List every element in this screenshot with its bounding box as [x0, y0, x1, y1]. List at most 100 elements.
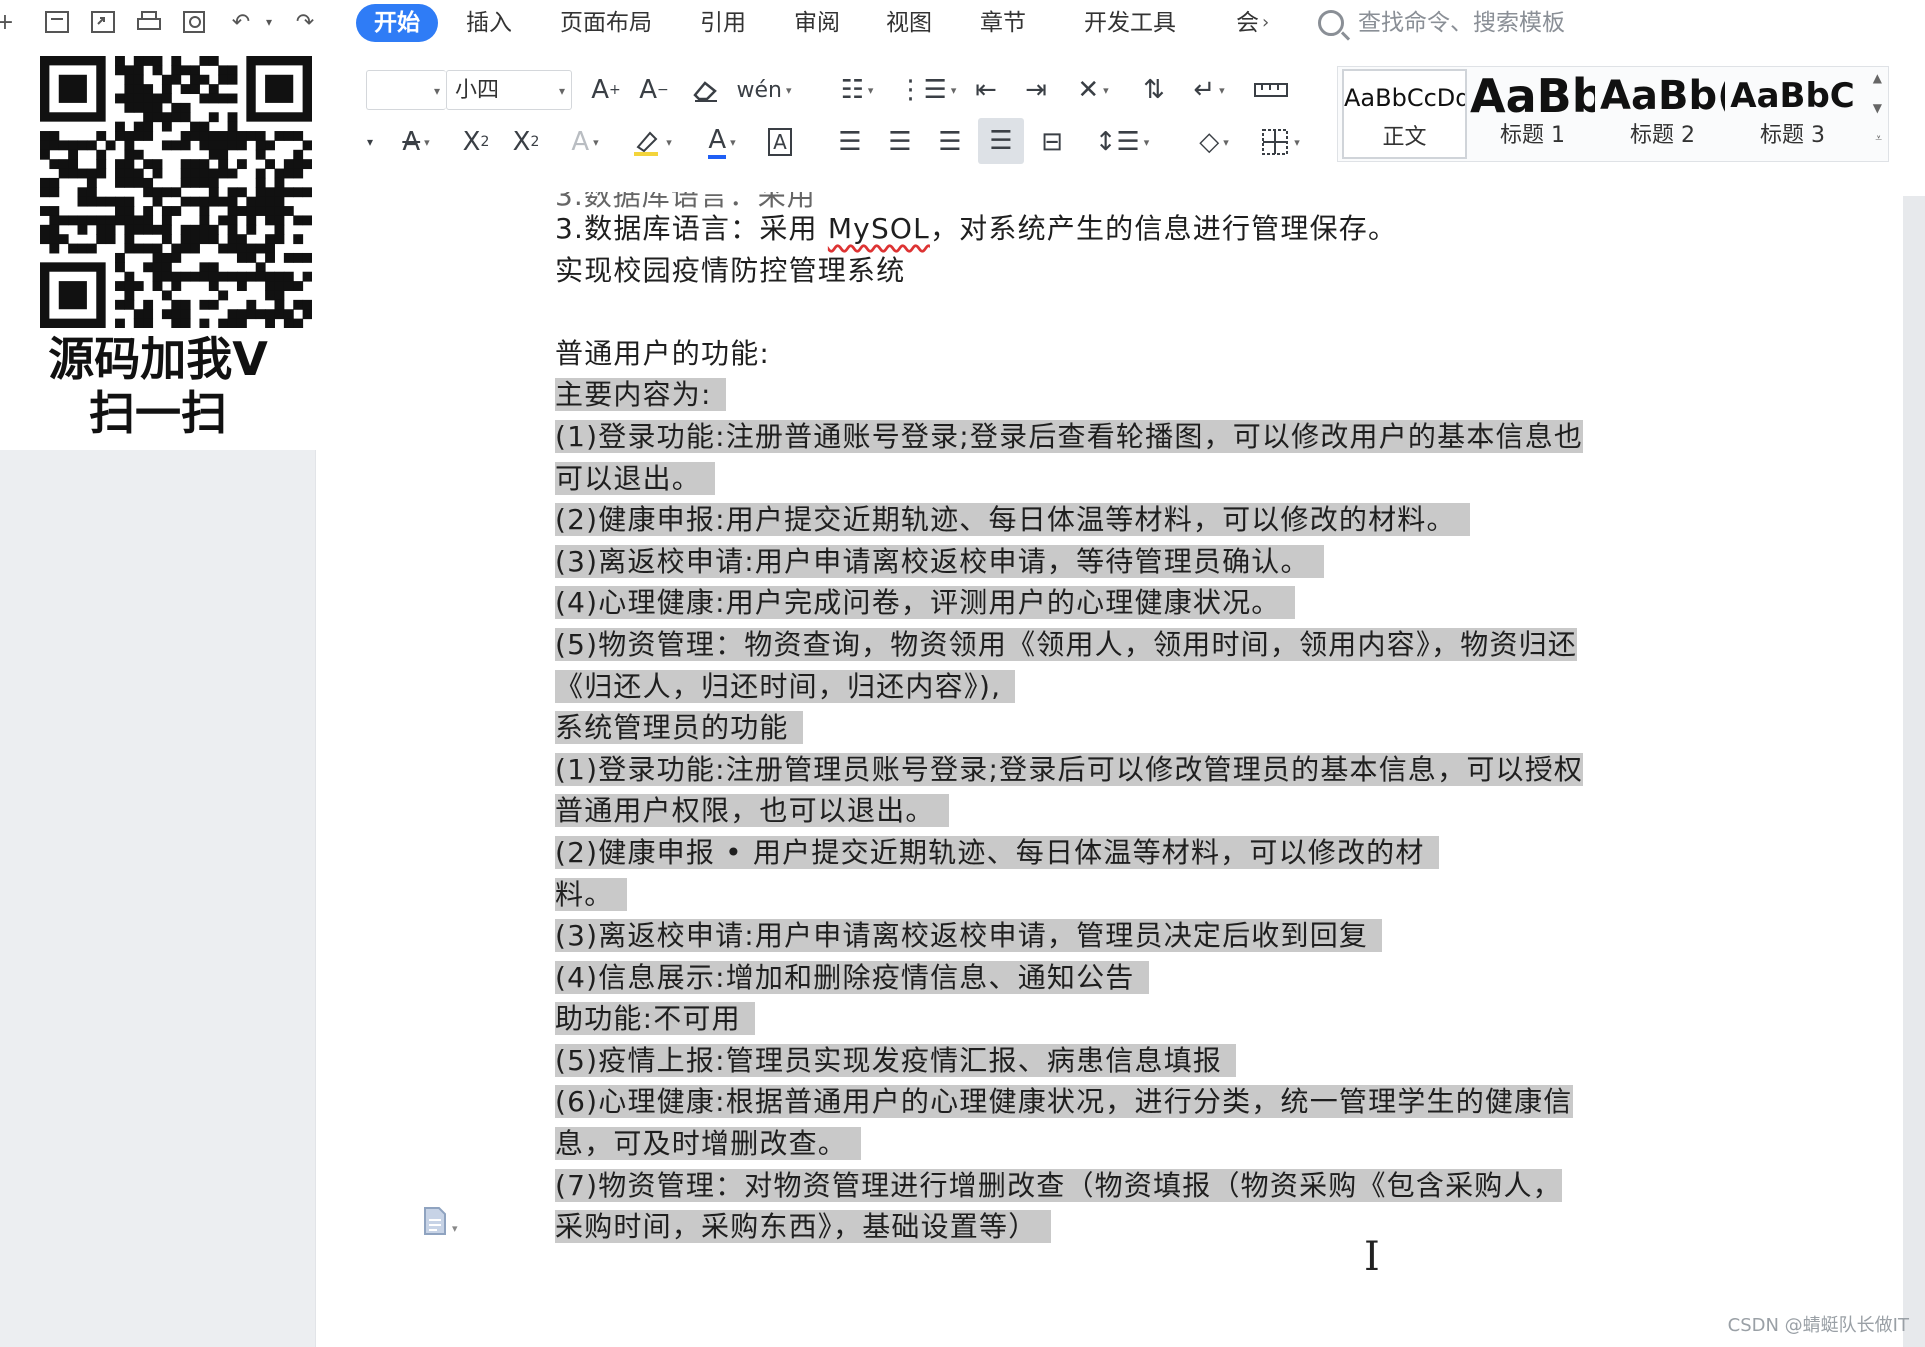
- doc-line-selected: (4)心理健康:用户完成问卷，评测用户的心理健康状况。: [555, 582, 1665, 624]
- qr-caption: 源码加我V 扫一扫: [0, 332, 316, 440]
- qr-code: [40, 56, 312, 328]
- chevron-right-icon[interactable]: ›: [1262, 12, 1269, 33]
- doc-line-selected: (6)心理健康:根据普通用户的心理健康状况，进行分类，统一管理学生的健康信: [555, 1085, 1573, 1119]
- borders-icon[interactable]: ▾: [1252, 122, 1308, 162]
- watermark: CSDN @蜻蜓队长做IT: [1727, 1315, 1909, 1336]
- text-cursor-icon: I: [1364, 1234, 1380, 1280]
- search-box[interactable]: 查找命令、搜索模板: [1318, 4, 1565, 42]
- gallery-scroll-up-icon[interactable]: ▲: [1873, 71, 1882, 85]
- strikethrough-button[interactable]: A ▾: [388, 122, 444, 162]
- style-gallery: AaBbCcDd 正文 AaBb 标题 1 AaBb( 标题 2 AaBbC 标…: [1337, 66, 1889, 162]
- save-icon[interactable]: [40, 7, 74, 37]
- sort-icon[interactable]: ⇅: [1134, 70, 1174, 110]
- grow-font-button[interactable]: A +: [586, 70, 626, 110]
- style-heading-1-name: 标题 1: [1500, 123, 1565, 148]
- align-right-icon[interactable]: ☰: [930, 122, 970, 162]
- tab-references[interactable]: 引用: [692, 4, 754, 42]
- style-heading-3[interactable]: AaBbC 标题 3: [1730, 69, 1855, 159]
- doc-line-selected: 可以退出。: [555, 458, 1665, 500]
- justify-icon[interactable]: ☰: [978, 118, 1024, 164]
- numbered-list-icon[interactable]: ⋮☰ ▾: [898, 70, 957, 110]
- paragraph-layout-icon[interactable]: ▾: [422, 1206, 458, 1243]
- doc-line-selected: 普通用户权限，也可以退出。: [555, 790, 1665, 832]
- add-icon[interactable]: +: [0, 7, 14, 37]
- chinese-layout-icon[interactable]: ✕ ▾: [1066, 70, 1120, 110]
- font-size-select[interactable]: 小四 ▾: [446, 70, 572, 110]
- font-name-select[interactable]: ▾: [366, 70, 446, 110]
- doc-line-selected: 料。: [555, 874, 1665, 916]
- doc-line: 普通用户的功能:: [555, 336, 771, 370]
- shading-icon[interactable]: ◇ ▾: [1186, 122, 1242, 162]
- show-marks-icon[interactable]: ↵ ▾: [1184, 70, 1234, 110]
- decrease-indent-icon[interactable]: ⇤: [966, 70, 1006, 110]
- shrink-font-button[interactable]: A −: [634, 70, 674, 110]
- doc-line-selected: (3)离返校申请:用户申请离校返校申请，等待管理员确认。: [555, 541, 1665, 583]
- style-heading-2-sample: AaBb(: [1600, 73, 1725, 119]
- tab-home[interactable]: 开始: [356, 4, 438, 42]
- tab-page-layout[interactable]: 页面布局: [552, 4, 660, 42]
- tab-insert[interactable]: 插入: [458, 4, 520, 42]
- align-left-icon[interactable]: ☰: [830, 122, 870, 162]
- doc-line-selected: (2)健康申报 • 用户提交近期轨迹、每日体温等材料，可以修改的材: [555, 832, 1665, 874]
- doc-line-selected: 助功能:不可用: [555, 998, 1665, 1040]
- text-effect-button[interactable]: A ▾: [558, 122, 612, 162]
- align-center-icon[interactable]: ☰: [880, 122, 920, 162]
- gallery-scroll-down-icon[interactable]: ▼: [1873, 101, 1882, 115]
- gallery-expand-icon[interactable]: ⩡: [1875, 131, 1882, 146]
- doc-line-selected: 主要内容为:: [555, 374, 1665, 416]
- doc-line-selected: (7)物资管理：对物资管理进行增删改查（物资填报（物资采购《包含采购人，: [555, 1168, 1562, 1202]
- highlight-icon[interactable]: ▾: [624, 122, 680, 162]
- style-heading-3-name: 标题 3: [1760, 123, 1825, 148]
- qr-caption-line2: 扫一扫: [89, 386, 227, 440]
- style-heading-2[interactable]: AaBb( 标题 2: [1600, 69, 1725, 159]
- doc-line-selected: (5)疫情上报:管理员实现发疫情汇报、病患信息填报: [555, 1040, 1665, 1082]
- tab-chapter[interactable]: 章节: [972, 4, 1034, 42]
- print-icon[interactable]: [132, 7, 166, 37]
- vertical-scrollbar[interactable]: [1903, 196, 1925, 1347]
- tab-developer[interactable]: 开发工具: [1076, 4, 1184, 42]
- subscript-button[interactable]: X2: [506, 122, 546, 162]
- font-name-dropdown-icon[interactable]: ▾: [362, 122, 378, 162]
- qr-caption-line1: 源码加我V: [48, 332, 268, 386]
- font-size-value: 小四: [455, 78, 500, 103]
- tab-review[interactable]: 审阅: [786, 4, 848, 42]
- style-normal-sample: AaBbCcDd: [1344, 84, 1465, 112]
- pinyin-glyph: wén: [736, 77, 782, 103]
- pinyin-guide-button[interactable]: wén ▾: [736, 70, 792, 110]
- char-border-button[interactable]: A: [762, 122, 798, 162]
- tab-view[interactable]: 视图: [878, 4, 940, 42]
- doc-line-selected: 《归还人，归还时间，归还内容》),: [555, 666, 1665, 708]
- redo-icon[interactable]: ↷: [288, 7, 322, 37]
- clear-format-icon[interactable]: [686, 70, 726, 110]
- undo-dropdown-icon[interactable]: ▾: [262, 7, 276, 37]
- export-icon[interactable]: [86, 7, 120, 37]
- doc-line: 实现校园疫情防控管理系统: [555, 253, 906, 287]
- line-spacing-icon[interactable]: ↕☰ ▾: [1094, 122, 1150, 162]
- doc-line-selected: (1)登录功能:注册管理员账号登录;登录后可以修改管理员的基本信息，可以授权: [555, 752, 1584, 786]
- font-color-button[interactable]: A ▾: [694, 122, 750, 162]
- style-heading-1-sample: AaBb: [1470, 69, 1595, 119]
- style-heading-1[interactable]: AaBb 标题 1: [1470, 69, 1595, 159]
- ruler-icon[interactable]: [1250, 70, 1292, 110]
- search-icon: [1318, 10, 1344, 36]
- doc-line: [555, 291, 1665, 333]
- undo-icon[interactable]: ↶: [224, 7, 258, 37]
- qr-promo-panel: 源码加我V 扫一扫: [0, 40, 316, 450]
- style-heading-3-sample: AaBbC: [1730, 76, 1855, 116]
- doc-line-selected: 系统管理员的功能: [555, 707, 1665, 749]
- style-normal[interactable]: AaBbCcDd 正文: [1342, 69, 1467, 159]
- increase-indent-icon[interactable]: ⇥: [1016, 70, 1056, 110]
- superscript-button[interactable]: X2: [456, 122, 496, 162]
- doc-line: 3.数据库语言：采用 MySOL，对系统产生的信息进行管理保存。: [555, 212, 1398, 245]
- print-preview-icon[interactable]: [178, 7, 212, 37]
- style-heading-2-name: 标题 2: [1630, 123, 1695, 148]
- style-normal-name: 正文: [1382, 125, 1427, 150]
- document-body[interactable]: 3.数据库语言：采用 MySOL，对系统产生的信息进行管理保存。 实现校园疫情防…: [555, 208, 1665, 1248]
- quick-access-toolbar: + ↶ ▾ ↷: [0, 6, 334, 38]
- doc-line-selected: (3)离返校申请:用户申请离校返校申请，管理员决定后收到回复: [555, 915, 1665, 957]
- bullet-list-icon[interactable]: ☷ ▾: [830, 70, 884, 110]
- doc-line-selected: (5)物资管理：物资查询，物资领用《领用人，领用时间，领用内容》，物资归还: [555, 627, 1578, 661]
- doc-line-selected: (2)健康申报:用户提交近期轨迹、每日体温等材料，可以修改的材料。: [555, 499, 1665, 541]
- doc-line-selected: (4)信息展示:增加和删除疫情信息、通知公告: [555, 957, 1665, 999]
- distributed-align-icon[interactable]: ⊟: [1032, 122, 1072, 162]
